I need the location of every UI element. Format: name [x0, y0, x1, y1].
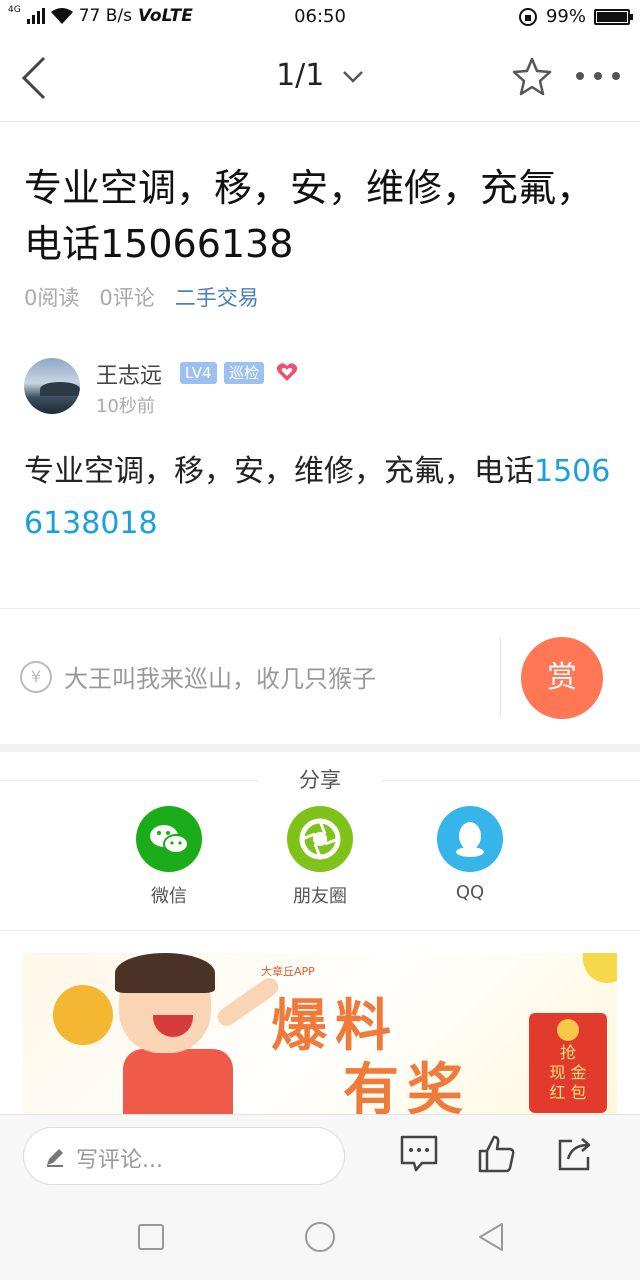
divider	[500, 637, 501, 717]
article-title: 专业空调，移，安，维修，充氟，电话15066138	[24, 166, 595, 266]
megaphone-icon	[53, 985, 113, 1045]
moments-icon	[287, 806, 353, 872]
reward-button[interactable]: 赏	[521, 637, 603, 719]
post-time: 10秒前	[96, 396, 155, 417]
body-text: 专业空调，移，安，维修，充氟，电话	[24, 454, 534, 489]
qq-glyph	[456, 822, 484, 857]
article-body: 专业空调，移，安，维修，充氟，电话15066138018	[24, 446, 616, 550]
status-right: 99%	[518, 6, 633, 27]
yen-icon: ¥	[20, 661, 52, 693]
divider	[0, 930, 640, 931]
qq-icon	[437, 806, 503, 872]
promo-banner[interactable]: 大章丘APP 爆料 有奖 抢 现 金 红 包	[23, 953, 617, 1115]
wechat-icon	[136, 806, 202, 872]
level-badge: LV4	[180, 362, 217, 384]
red-packet: 抢 现 金 红 包	[529, 1013, 607, 1113]
author-row[interactable]: 王志远 LV4 巡检 10秒前	[24, 356, 624, 417]
page-count: 1/1	[276, 58, 325, 93]
favorite-star-icon[interactable]	[512, 56, 552, 96]
status-bar: 4G 77 B/s VoLTE 06:50 99%	[0, 0, 640, 34]
avatar-hill	[40, 382, 80, 396]
cartoon-body	[123, 1049, 233, 1115]
more-options-icon[interactable]	[574, 66, 622, 86]
share-label: 朋友圈	[293, 886, 347, 907]
moments-glyph	[299, 818, 341, 860]
share-qq[interactable]: QQ	[410, 806, 530, 903]
battery-level	[597, 11, 627, 22]
share-label: 微信	[151, 886, 187, 907]
comment-placeholder: 写评论...	[76, 1148, 163, 1173]
wechat-glyph	[150, 825, 189, 854]
read-count: 0阅读	[24, 286, 80, 310]
home-icon[interactable]	[303, 1220, 337, 1254]
pencil-icon	[47, 1149, 63, 1167]
share-label: QQ	[455, 882, 485, 903]
back-triangle-icon[interactable]	[474, 1220, 508, 1254]
share-wechat[interactable]: 微信	[109, 806, 229, 908]
recent-apps-icon[interactable]	[134, 1220, 168, 1254]
banner-headline-2: 有奖	[343, 1058, 471, 1115]
share-moments[interactable]: 朋友圈	[260, 806, 380, 908]
comments-icon[interactable]	[398, 1133, 440, 1175]
red-packet-text: 抢 现 金 红 包	[549, 1043, 587, 1102]
cartoon-hair	[115, 953, 215, 993]
banner-brand: 大章丘APP	[261, 965, 315, 978]
rotation-lock-icon	[518, 7, 537, 26]
section-gap	[0, 744, 640, 752]
article-meta: 0阅读 0评论 二手交易	[24, 282, 259, 312]
comment-count: 0评论	[99, 286, 155, 310]
share-title: 分享	[299, 768, 341, 792]
role-badge: 巡检	[224, 362, 265, 384]
category-link[interactable]: 二手交易	[175, 282, 259, 312]
avatar[interactable]	[24, 358, 80, 414]
top-nav: 1/1	[0, 34, 640, 122]
system-nav-bar	[0, 1198, 640, 1280]
battery-icon	[594, 8, 633, 25]
decor-circle	[583, 953, 617, 983]
reward-row: ¥ 大王叫我来巡山，收几只猴子 赏	[0, 608, 640, 744]
share-icon[interactable]	[554, 1133, 596, 1175]
reward-prompt: 大王叫我来巡山，收几只猴子	[64, 665, 376, 693]
bottom-action-bar: 写评论...	[0, 1114, 640, 1198]
chevron-down-icon	[343, 70, 363, 83]
like-thumb-icon[interactable]	[476, 1133, 518, 1175]
comment-input[interactable]: 写评论...	[23, 1127, 345, 1185]
author-name[interactable]: 王志远	[96, 358, 162, 390]
heart-badge-icon	[276, 363, 298, 381]
battery-percent: 99%	[545, 6, 586, 27]
